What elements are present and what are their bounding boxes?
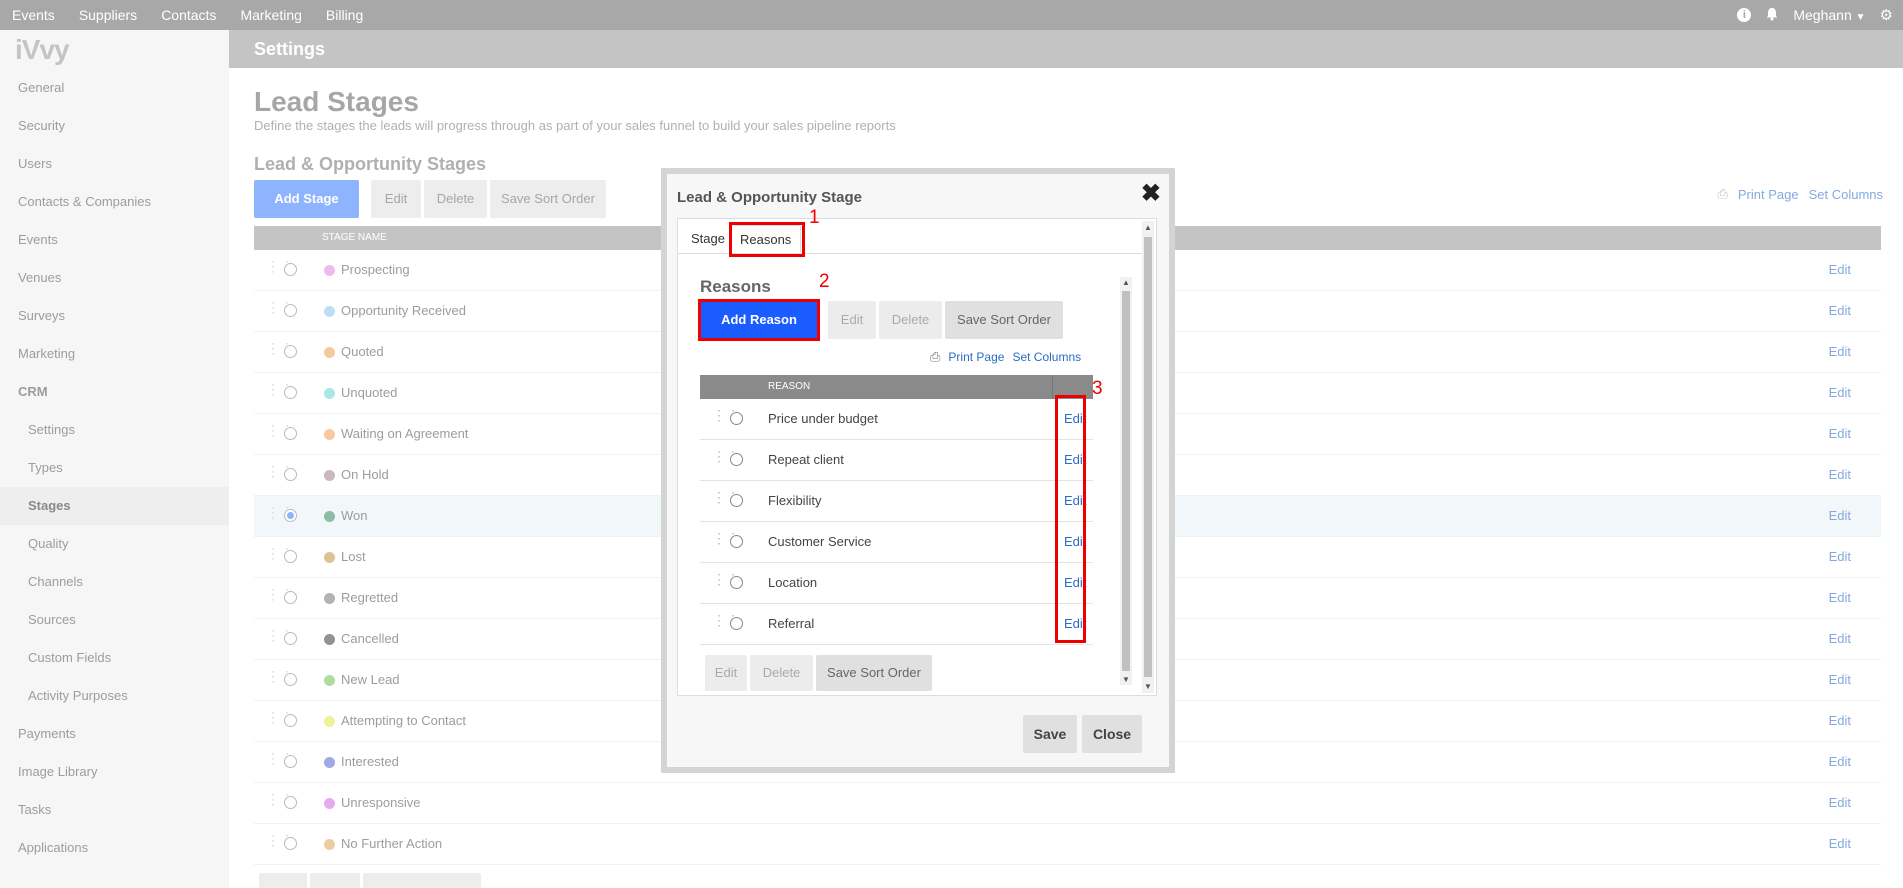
tab-stage[interactable]: Stage xyxy=(682,225,734,253)
reason-name: Referral xyxy=(768,616,815,631)
reason-name: Flexibility xyxy=(768,493,822,508)
save-button[interactable]: Save xyxy=(1023,715,1077,753)
modal-title: Lead & Opportunity Stage xyxy=(677,189,863,206)
row-radio[interactable] xyxy=(730,617,743,630)
reason-row[interactable]: ⋮⋮ Referral Edit xyxy=(700,604,1093,645)
edit-reason-button[interactable]: Edit xyxy=(828,301,876,339)
reasons-tools: ⎙ Print Page Set Columns xyxy=(930,349,1081,365)
reasons-section: Reasons Add Reason 2 Edit Delete Save So… xyxy=(698,271,1132,697)
bottom-delete-reason-button[interactable]: Delete xyxy=(750,655,813,691)
annotation-box-3 xyxy=(1055,395,1086,643)
stage-modal: Lead & Opportunity Stage ✖ Stage Reasons… xyxy=(661,168,1175,773)
reason-row[interactable]: ⋮⋮ Price under budget Edit xyxy=(700,399,1093,440)
delete-reason-button[interactable]: Delete xyxy=(879,301,942,339)
reasons-title: Reasons xyxy=(700,277,771,296)
reason-name: Customer Service xyxy=(768,534,872,549)
reasons-scrollbar[interactable]: ▲ ▼ xyxy=(1120,277,1132,685)
modal-body: Lead & Opportunity Stage ✖ Stage Reasons… xyxy=(667,174,1169,767)
reason-row[interactable]: ⋮⋮ Flexibility Edit xyxy=(700,481,1093,522)
reason-row[interactable]: ⋮⋮ Repeat client Edit xyxy=(700,440,1093,481)
annotation-number-2: 2 xyxy=(819,271,830,292)
reason-name: Location xyxy=(768,575,818,590)
column-reason: REASON xyxy=(768,381,811,392)
annotation-box-2 xyxy=(698,299,820,341)
column-divider xyxy=(1052,375,1053,399)
reasons-print-page-link[interactable]: Print Page xyxy=(948,350,1004,364)
reason-name: Repeat client xyxy=(768,452,844,467)
reason-row[interactable]: ⋮⋮ Customer Service Edit xyxy=(700,522,1093,563)
scroll-down-icon[interactable]: ▼ xyxy=(1144,682,1152,691)
annotation-number-3: 3 xyxy=(1092,378,1103,399)
row-radio[interactable] xyxy=(730,494,743,507)
bottom-save-reason-sort-button[interactable]: Save Sort Order xyxy=(816,655,932,691)
row-radio[interactable] xyxy=(730,412,743,425)
annotation-box-1 xyxy=(729,222,805,257)
close-button[interactable]: Close xyxy=(1082,715,1142,753)
bottom-edit-reason-button[interactable]: Edit xyxy=(705,655,747,691)
scrollbar-thumb[interactable] xyxy=(1122,291,1130,671)
modal-panel: Stage Reasons 1 ▲ ▼ Reasons Add Reason 2… xyxy=(677,207,1157,697)
scrollbar-thumb[interactable] xyxy=(1144,237,1152,677)
row-radio[interactable] xyxy=(730,576,743,589)
modal-scrollbar[interactable]: ▲ ▼ xyxy=(1142,221,1154,693)
close-icon[interactable]: ✖ xyxy=(1141,182,1161,206)
reasons-table-header: REASON xyxy=(700,375,1093,399)
reasons-set-columns-link[interactable]: Set Columns xyxy=(1012,350,1081,364)
row-radio[interactable] xyxy=(730,535,743,548)
annotation-number-1: 1 xyxy=(809,207,820,228)
scroll-up-icon[interactable]: ▲ xyxy=(1122,278,1130,287)
printer-icon[interactable]: ⎙ xyxy=(930,349,940,365)
save-reason-sort-button[interactable]: Save Sort Order xyxy=(945,301,1063,339)
reason-name: Price under budget xyxy=(768,411,878,426)
reason-row[interactable]: ⋮⋮ Location Edit xyxy=(700,563,1093,604)
scroll-down-icon[interactable]: ▼ xyxy=(1122,675,1130,684)
row-radio[interactable] xyxy=(730,453,743,466)
scroll-up-icon[interactable]: ▲ xyxy=(1144,223,1152,232)
